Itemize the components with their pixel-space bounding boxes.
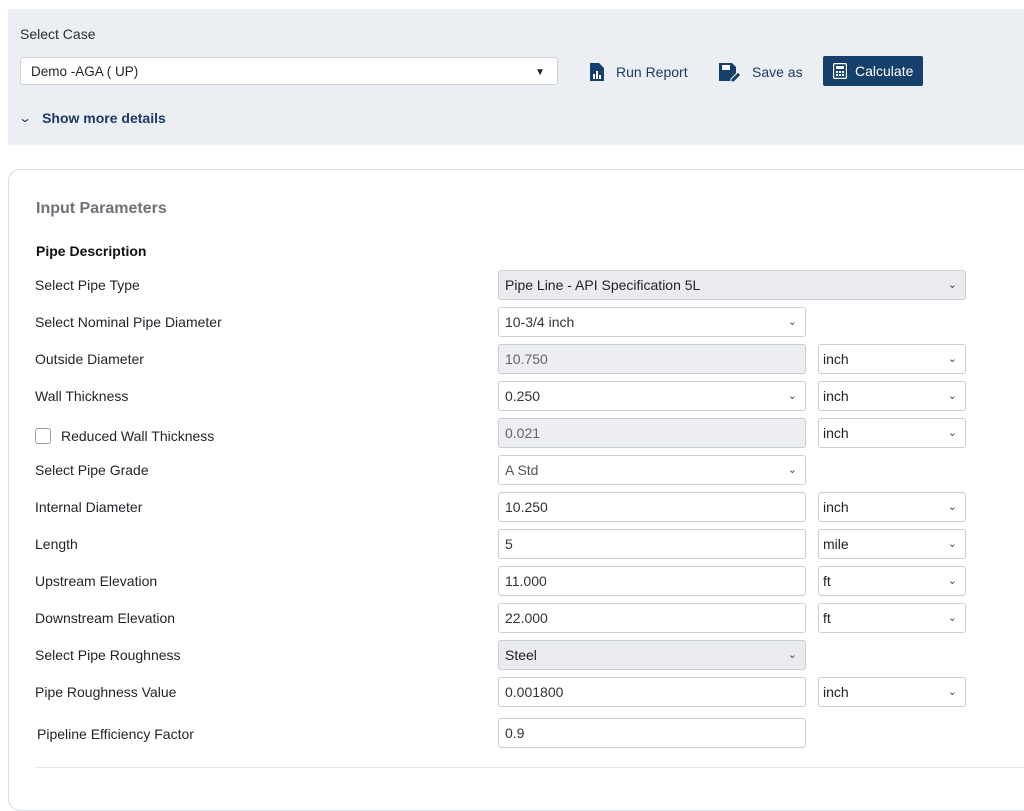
pipe-type-select[interactable]: Pipe Line - API Specification 5L ⌄ [498, 270, 966, 300]
wall-thickness-label: Wall Thickness [35, 388, 129, 404]
pipe-roughness-number: 0.001800 [505, 684, 564, 700]
pipe-grade-value: A Std [505, 462, 539, 478]
unit-value: mile [823, 536, 849, 552]
upstream-elevation-value: 11.000 [505, 573, 547, 589]
chevron-down-icon: ⌄ [947, 501, 957, 513]
wall-thickness-select[interactable]: 0.250 ⌄ [498, 381, 806, 411]
upstream-elevation-input[interactable]: 11.000 [498, 566, 806, 596]
chevron-down-icon: ⌄ [787, 649, 797, 661]
efficiency-factor-label: Pipeline Efficiency Factor [37, 726, 194, 742]
reduced-wall-thickness-unit-select[interactable]: inch ⌄ [818, 418, 966, 448]
nominal-diameter-label: Select Nominal Pipe Diameter [35, 314, 222, 330]
case-dropdown[interactable]: Demo -AGA ( UP) ▼ [20, 57, 558, 85]
pipe-type-label: Select Pipe Type [35, 277, 140, 293]
pipe-grade-select[interactable]: A Std ⌄ [498, 455, 806, 485]
chevron-down-icon: ⌄ [947, 538, 957, 550]
chevron-down-icon: ⌄ [947, 279, 957, 291]
unit-value: ft [823, 610, 831, 626]
case-toolbar: Select Case Demo -AGA ( UP) ▼ Run Report… [8, 9, 1024, 145]
length-unit-select[interactable]: mile ⌄ [818, 529, 966, 559]
chevron-down-icon: ⌄ [787, 464, 797, 476]
chevron-down-icon: ⌄ [947, 353, 957, 365]
reduced-wall-thickness-field: 0.021 [498, 418, 806, 448]
downstream-elevation-unit-select[interactable]: ft ⌄ [818, 603, 966, 633]
unit-value: inch [823, 351, 849, 367]
chevron-down-icon: ⌄ [947, 427, 957, 439]
wall-thickness-unit-select[interactable]: inch ⌄ [818, 381, 966, 411]
outside-diameter-unit-select[interactable]: inch ⌄ [818, 344, 966, 374]
calculate-button[interactable]: Calculate [823, 56, 924, 86]
save-edit-icon [719, 63, 742, 82]
outside-diameter-value: 10.750 [505, 351, 548, 367]
pipe-roughness-value-label: Pipe Roughness Value [35, 684, 177, 700]
unit-value: inch [823, 499, 849, 515]
nominal-diameter-select[interactable]: 10-3/4 inch ⌄ [498, 307, 806, 337]
downstream-elevation-label: Downstream Elevation [35, 610, 176, 626]
upstream-elevation-unit-select[interactable]: ft ⌄ [818, 566, 966, 596]
caret-down-icon: ▼ [535, 67, 545, 78]
upstream-elevation-label: Upstream Elevation [35, 573, 158, 589]
chevron-down-icon: ⌄ [947, 575, 957, 587]
internal-diameter-value: 10.250 [505, 499, 548, 515]
pipe-roughness-value: Steel [505, 647, 537, 663]
section-title: Input Parameters [36, 200, 167, 217]
downstream-elevation-input[interactable]: 22.000 [498, 603, 806, 633]
outside-diameter-field: 10.750 [498, 344, 806, 374]
unit-value: inch [823, 684, 849, 700]
input-parameters-card: Input Parameters Pipe Description Select… [8, 169, 1024, 811]
show-more-details-toggle[interactable]: ⌄ Show more details [17, 110, 166, 126]
save-as-button[interactable]: Save as [718, 59, 803, 85]
calculator-icon [833, 63, 847, 79]
outside-diameter-label: Outside Diameter [35, 351, 144, 367]
pipe-roughness-value-input[interactable]: 0.001800 [498, 677, 806, 707]
chevron-down-icon: ⌄ [947, 612, 957, 624]
length-label: Length [35, 536, 78, 552]
efficiency-factor-value: 0.9 [505, 725, 525, 741]
length-value: 5 [505, 536, 513, 552]
reduced-wall-thickness-checkbox[interactable] [35, 428, 51, 444]
internal-diameter-input[interactable]: 10.250 [498, 492, 806, 522]
save-as-label: Save as [752, 64, 803, 80]
run-report-label: Run Report [616, 64, 688, 80]
internal-diameter-label: Internal Diameter [35, 499, 143, 515]
unit-value: ft [823, 573, 831, 589]
pipe-description-title: Pipe Description [36, 243, 147, 259]
length-input[interactable]: 5 [498, 529, 806, 559]
calculate-label: Calculate [855, 63, 914, 79]
downstream-elevation-value: 22.000 [505, 610, 548, 626]
pipe-type-value: Pipe Line - API Specification 5L [505, 277, 701, 293]
reduced-wall-thickness-label: Reduced Wall Thickness [61, 428, 215, 444]
efficiency-factor-input[interactable]: 0.9 [498, 718, 806, 748]
unit-value: inch [823, 425, 849, 441]
chevron-down-icon: ⌄ [17, 111, 33, 125]
chevron-down-icon: ⌄ [787, 390, 797, 402]
pipe-grade-label: Select Pipe Grade [35, 462, 149, 478]
internal-diameter-unit-select[interactable]: inch ⌄ [818, 492, 966, 522]
section-divider [35, 767, 1024, 768]
pipe-roughness-unit-select[interactable]: inch ⌄ [818, 677, 966, 707]
chevron-down-icon: ⌄ [947, 390, 957, 402]
case-dropdown-value: Demo -AGA ( UP) [31, 63, 139, 79]
unit-value: inch [823, 388, 849, 404]
pipe-roughness-label: Select Pipe Roughness [35, 647, 181, 663]
show-more-label: Show more details [42, 110, 166, 126]
chevron-down-icon: ⌄ [947, 686, 957, 698]
chevron-down-icon: ⌄ [787, 316, 797, 328]
reduced-wall-thickness-row: Reduced Wall Thickness [35, 421, 214, 451]
wall-thickness-value: 0.250 [505, 388, 541, 404]
reduced-wall-thickness-value: 0.021 [505, 425, 541, 441]
nominal-diameter-value: 10-3/4 inch [505, 314, 575, 330]
report-icon [590, 63, 604, 81]
pipe-roughness-select[interactable]: Steel ⌄ [498, 640, 806, 670]
select-case-label: Select Case [20, 26, 96, 42]
run-report-button[interactable]: Run Report [588, 59, 688, 85]
